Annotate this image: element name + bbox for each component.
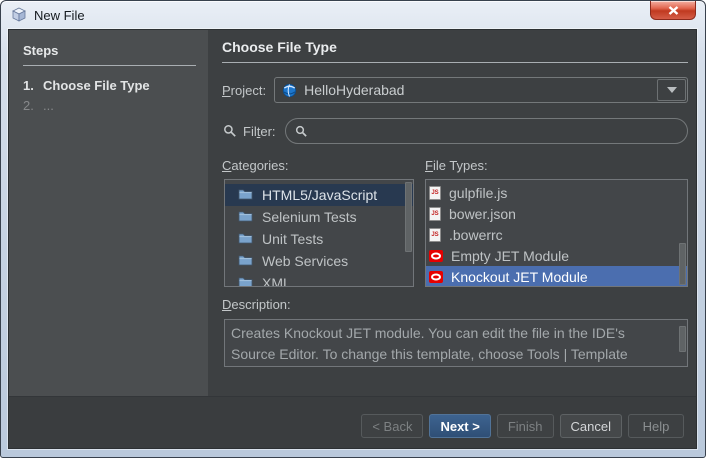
- category-item[interactable]: Web Services: [225, 250, 413, 272]
- next-button[interactable]: Next >: [429, 414, 490, 438]
- steps-divider: [23, 65, 196, 66]
- filetypes-column: File Types: JS gulpfile.js JS bower.json: [425, 157, 688, 287]
- new-file-dialog: New File Steps 1. Choose File Type 2. ..…: [0, 0, 706, 458]
- lists-section: Categories: HTML5/JavaScript Selenium Te…: [222, 157, 688, 287]
- button-bar: < Back Next > Finish Cancel Help: [9, 396, 696, 448]
- project-label: Project:: [222, 83, 266, 98]
- js-file-icon: JS: [429, 207, 441, 221]
- project-row: Project: HelloHyderabad: [222, 77, 688, 103]
- filetype-item[interactable]: JS .bowerrc: [426, 224, 687, 245]
- project-dropdown-button[interactable]: [657, 79, 686, 101]
- main-panel: Choose File Type Project:: [208, 30, 696, 396]
- step-number: 2.: [23, 98, 43, 113]
- html5-project-globe-icon: [281, 82, 297, 98]
- filetypes-scrollbar-thumb[interactable]: [679, 243, 686, 285]
- category-item[interactable]: Unit Tests: [225, 228, 413, 250]
- category-item[interactable]: HTML5/JavaScript: [225, 184, 413, 206]
- categories-list: HTML5/JavaScript Selenium Tests Unit Tes…: [224, 179, 414, 287]
- project-combobox[interactable]: HelloHyderabad: [274, 77, 688, 103]
- step-number: 1.: [23, 78, 43, 93]
- search-icon: [295, 125, 308, 138]
- page-title: Choose File Type: [222, 39, 688, 55]
- cancel-button[interactable]: Cancel: [560, 414, 622, 438]
- project-combobox-value: HelloHyderabad: [275, 78, 656, 102]
- dialog-body: Steps 1. Choose File Type 2. ... Choose …: [8, 29, 697, 449]
- categories-label: Categories:: [222, 158, 288, 173]
- description-box: Creates Knockout JET module. You can edi…: [224, 319, 688, 367]
- filetype-item[interactable]: JS gulpfile.js: [426, 182, 687, 203]
- filter-row: Filter:: [222, 118, 688, 144]
- steps-panel: Steps 1. Choose File Type 2. ...: [9, 30, 208, 396]
- finish-button: Finish: [497, 414, 554, 438]
- oracle-jet-icon: [429, 271, 443, 283]
- header-divider: [222, 62, 688, 63]
- window-title: New File: [34, 8, 85, 23]
- filter-input[interactable]: [314, 122, 687, 140]
- step-label: Choose File Type: [43, 78, 150, 93]
- step-label: ...: [43, 98, 54, 113]
- filetype-item-selected[interactable]: Knockout JET Module: [426, 266, 687, 287]
- category-item[interactable]: Selenium Tests: [225, 206, 413, 228]
- folder-icon: [238, 231, 253, 247]
- titlebar[interactable]: New File: [1, 1, 705, 29]
- help-button[interactable]: Help: [628, 414, 684, 438]
- description-text: Creates Knockout JET module. You can edi…: [231, 325, 628, 362]
- filter-magnifier-icon: [222, 123, 238, 139]
- chevron-down-icon: [667, 87, 677, 93]
- js-file-icon: JS: [429, 228, 441, 242]
- folder-icon: [238, 253, 253, 269]
- filetypes-label: File Types:: [425, 158, 488, 173]
- folder-icon: [238, 209, 253, 225]
- filetype-item[interactable]: Empty JET Module: [426, 245, 687, 266]
- categories-scrollbar-thumb[interactable]: [405, 182, 412, 252]
- back-button: < Back: [361, 414, 423, 438]
- category-item[interactable]: XML: [225, 272, 413, 287]
- folder-icon: [238, 187, 253, 203]
- close-icon: [668, 6, 679, 15]
- filter-search-field[interactable]: [285, 118, 688, 144]
- filetypes-list: JS gulpfile.js JS bower.json JS .bowerrc: [425, 179, 688, 287]
- oracle-jet-icon: [429, 250, 443, 262]
- description-row: Description:: [222, 296, 688, 314]
- folder-icon: [238, 275, 253, 287]
- step-item-1: 1. Choose File Type: [23, 78, 196, 93]
- filter-label: Filter:: [243, 124, 276, 139]
- close-button[interactable]: [650, 1, 696, 20]
- categories-column: Categories: HTML5/JavaScript Selenium Te…: [222, 157, 425, 287]
- project-name: HelloHyderabad: [304, 82, 404, 98]
- steps-header: Steps: [23, 43, 196, 58]
- description-label: Description:: [222, 297, 291, 312]
- js-file-icon: JS: [429, 186, 441, 200]
- description-scrollbar-thumb[interactable]: [679, 326, 686, 352]
- new-file-cube-icon: [11, 7, 27, 23]
- step-item-2: 2. ...: [23, 98, 196, 113]
- filetype-item[interactable]: JS bower.json: [426, 203, 687, 224]
